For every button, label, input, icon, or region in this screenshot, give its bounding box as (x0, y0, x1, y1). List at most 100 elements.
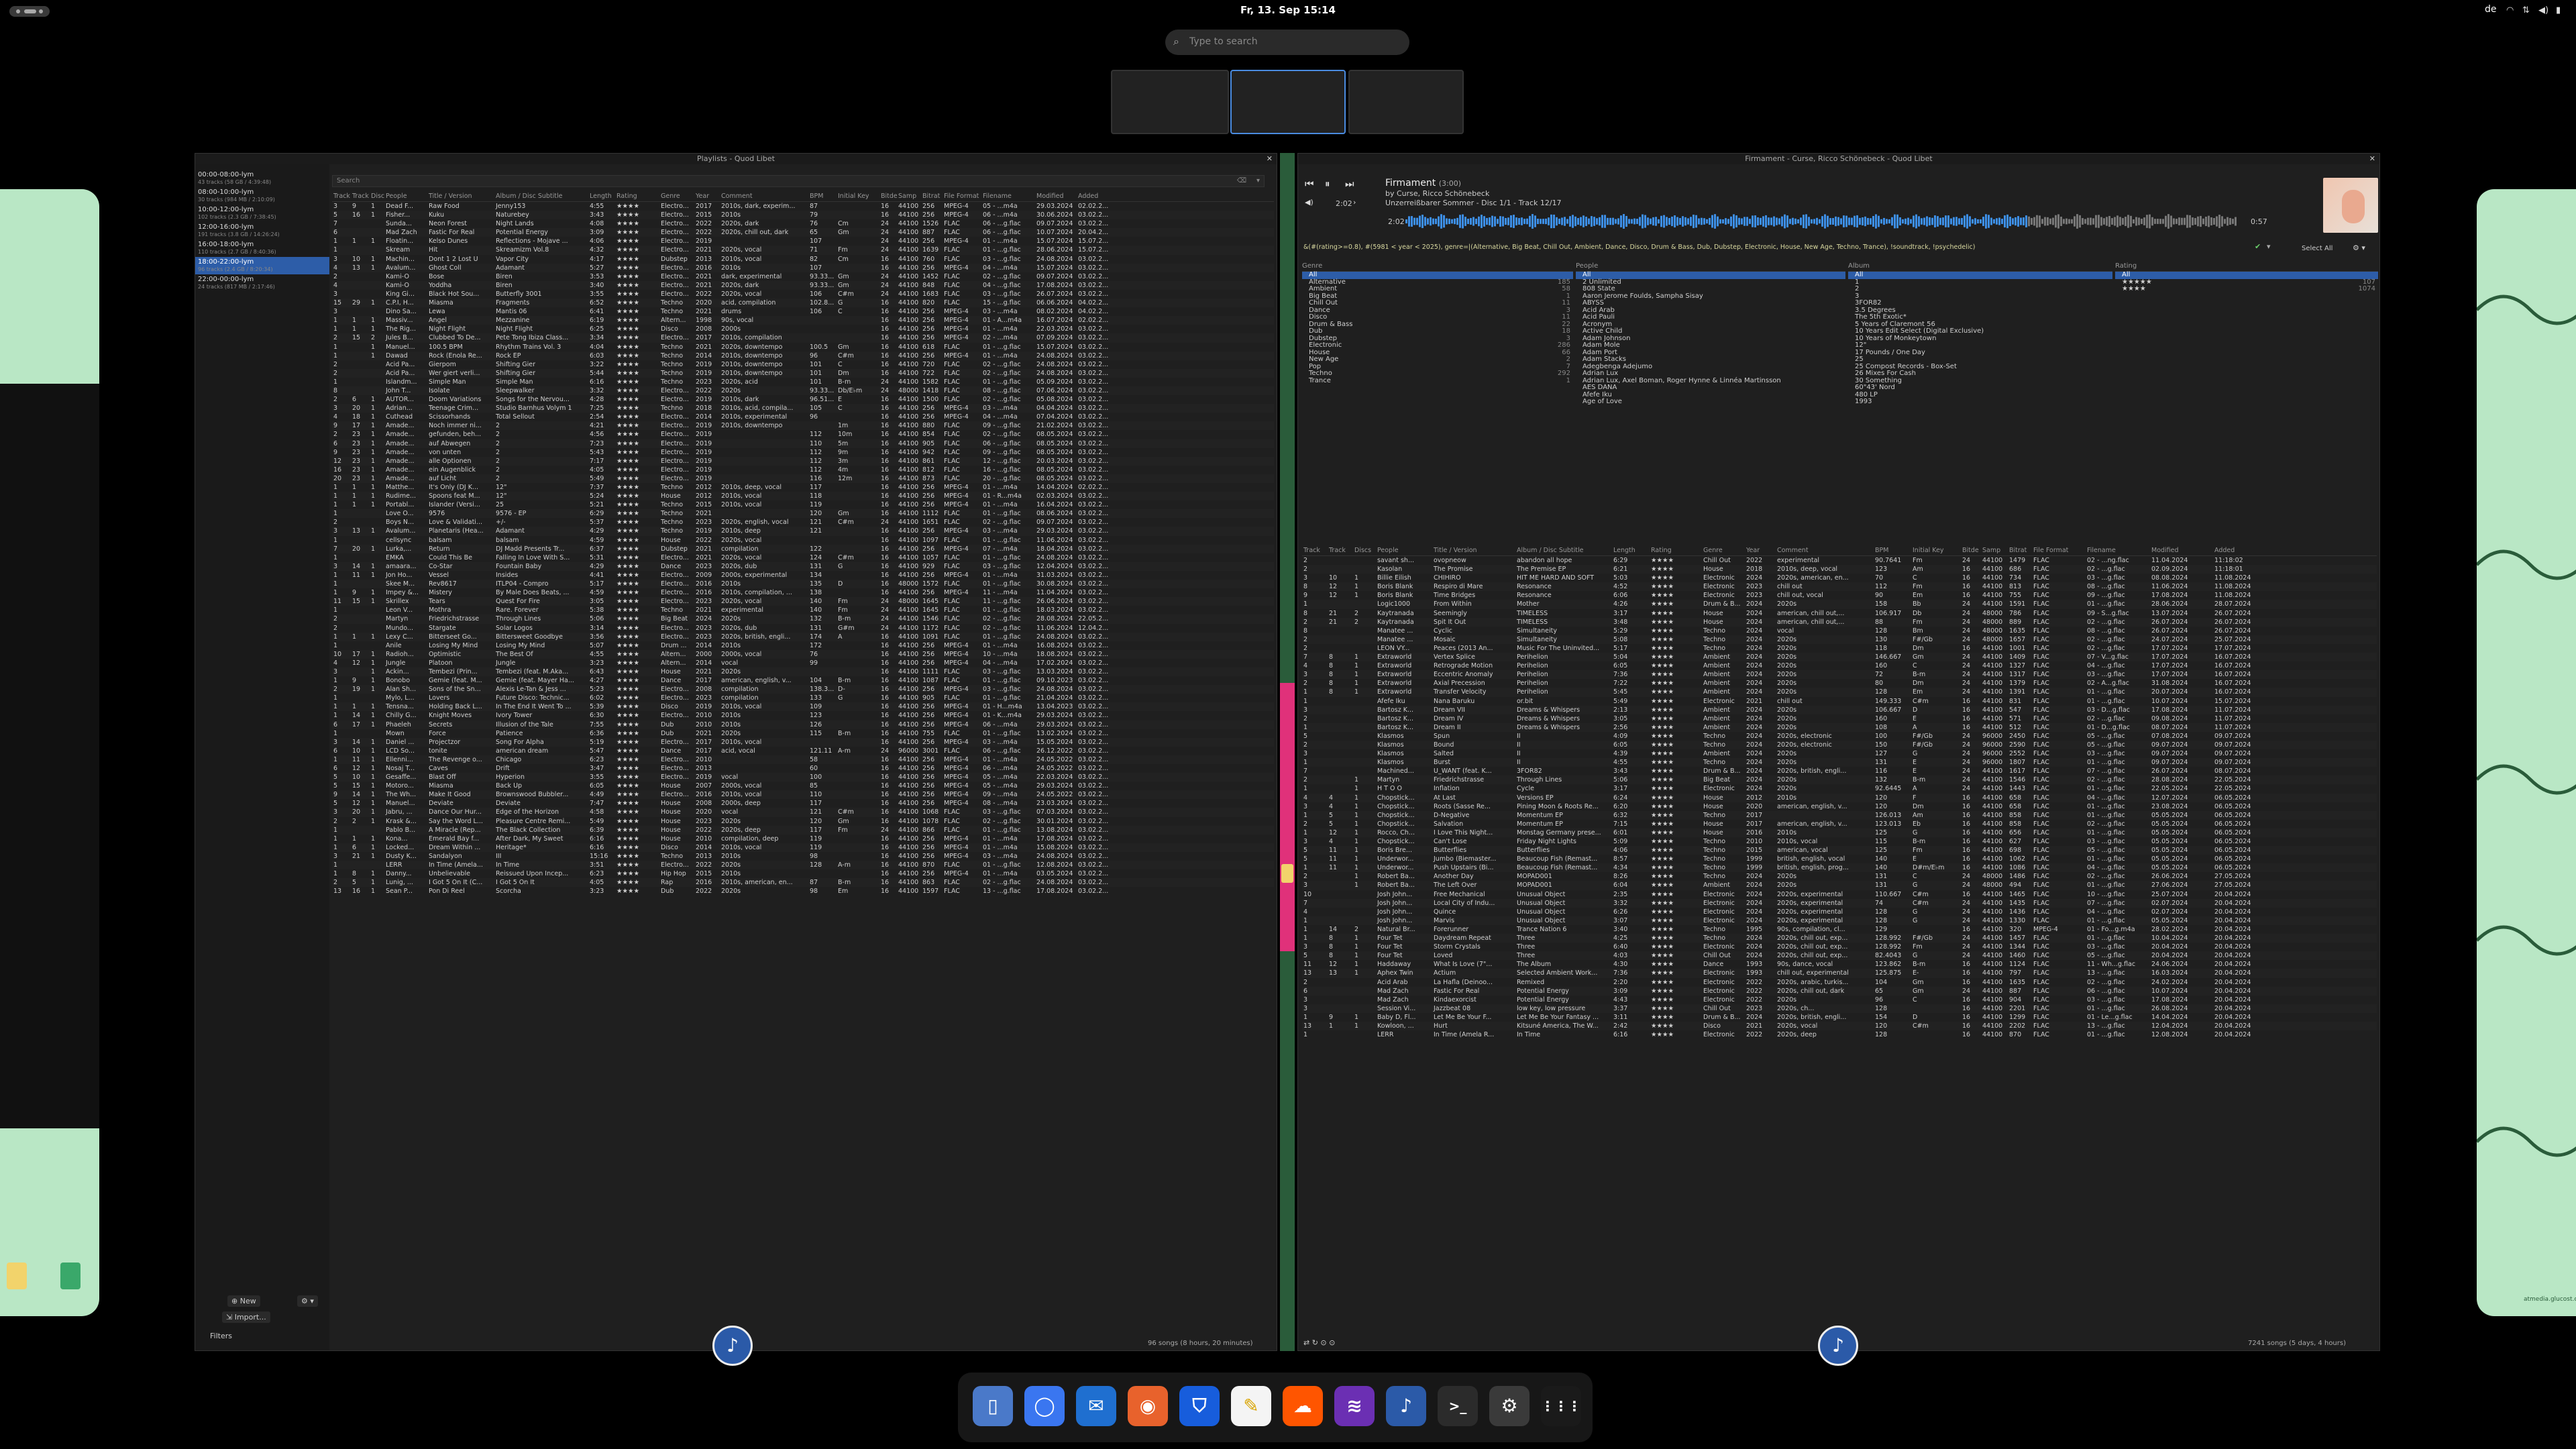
filter-item[interactable]: Acid Pauli (1576, 313, 1845, 321)
rating-filter-pane[interactable]: Rating All ★★★★★ 107 ★★★★ 1074 (2115, 262, 2378, 531)
filter-item[interactable]: Alternative 185 (1302, 278, 1573, 286)
table-row[interactable]: 9 23 1 Amade... von unten 2 5:43 ★★★★ Electro...… (332, 448, 1274, 457)
filter-item[interactable]: Aaron Jerome Foulds, Sampha Sisay (1576, 292, 1845, 301)
table-row[interactable]: 6 10 1 LCD So... tonite american dream 5:47 ★★★… (332, 747, 1274, 755)
table-row[interactable]: 1 9 1 Baby D, Fl... Let Me Be Your F... Let M… (1302, 1013, 2377, 1022)
column-header[interactable]: Modified (1035, 193, 1077, 200)
playlist-search-input[interactable]: Search ⌫ ▾ (332, 175, 1265, 187)
filter-item[interactable]: 3 (1848, 292, 2112, 301)
filter-item[interactable]: The 5th Exotic* (1848, 313, 2112, 321)
table-row[interactable]: 3 8 1 Four Tet Storm Crystals Three 6:40 ★★★★ El… (1302, 943, 2377, 951)
column-header[interactable]: Track (1328, 547, 1353, 554)
table-row[interactable]: 1 Islandm... Simple Man Simple Man 6:16 ★★★★ T… (332, 378, 1274, 386)
column-header[interactable]: Bitde (879, 193, 897, 200)
player-window[interactable]: Firmament - Curse, Ricco Schönebeck - Qu… (1297, 153, 2380, 1351)
table-row[interactable]: 1 1 Manuel... 100.5 BPM Rhythm Trains Vol. 3… (332, 343, 1274, 352)
table-row[interactable]: 2 Bartosz K... Dream IV Dreams & Whispers 3:… (1302, 714, 2377, 723)
table-row[interactable]: 1 8 1 Extraworld Transfer Velocity Perihelion… (1302, 688, 2377, 697)
column-header[interactable]: Comment (720, 193, 808, 200)
table-row[interactable]: 1 Pablo B... A Miracle (Rep... The Black Co… (332, 825, 1274, 835)
table-row[interactable]: 2 Manatee ... Mosaic Simultaneity 5:08 ★★★★ Te… (1302, 635, 2377, 644)
table-row[interactable]: 4 Kami-O Yoddha Biren 3:40 ★★★★ Electro... 2021… (332, 280, 1274, 290)
column-header[interactable]: Rating (615, 193, 659, 200)
table-row[interactable]: 3 Mad Zach Kindaexorcist Potential Energy 4:… (1302, 996, 2377, 1004)
table-row[interactable]: 1 9 1 Impey &... Mistery By Male Does Beats, … (332, 588, 1274, 597)
table-row[interactable]: 5 15 1 Motoro... Miasma Back Up 6:05 ★★★★ House 2… (332, 782, 1274, 790)
table-row[interactable]: 2 15 2 Jules B... Clubbed To De... Pete Tong … (332, 333, 1274, 343)
column-header[interactable]: Genre (1702, 547, 1745, 554)
column-header[interactable]: Bitde (1961, 547, 1981, 554)
filter-item[interactable]: 10 Years Edit Select (Digital Exclusive) (1848, 327, 2112, 335)
column-header[interactable]: Album / Disc Subtitle (1515, 547, 1612, 554)
table-row[interactable]: 1 1 1 Massiv... Angel Mezzanine 6:19 ★★★★ Altern… (332, 316, 1274, 325)
filter-item[interactable]: New Age 2 (1302, 356, 1573, 364)
column-header[interactable]: Year (694, 193, 720, 200)
clear-icon[interactable]: ⌫ (1237, 177, 1246, 184)
table-row[interactable]: 4 8 1 Extraworld Retrograde Motion Perihelion… (1302, 661, 2377, 670)
search-menu-icon[interactable]: ▾ (1256, 177, 1260, 184)
table-row[interactable]: 9 17 1 Amade... Noch immer ni... 2 4:21 ★★★★ Ele… (332, 421, 1274, 431)
table-row[interactable]: 3 Session Vi... Jazzbeat 08 low key, low pr… (1302, 1004, 2377, 1013)
table-row[interactable]: 7 Sunda... Neon Forest Night Lands 4:08 ★★★★ E… (332, 219, 1274, 228)
column-header[interactable]: Length (588, 193, 615, 200)
firefox-icon[interactable]: ◉ (1128, 1386, 1168, 1426)
new-playlist-button[interactable]: ⊕ New (227, 1295, 260, 1307)
table-row[interactable]: 3 4 1 Chopstick... Can't Lose Friday Night Li… (1302, 837, 2377, 846)
table-row[interactable]: 1 Josh John... Marvis Unusual Object 3:07 ★★★… (1302, 916, 2377, 925)
table-row[interactable]: 2 1 Martyn Friedrichstrasse Through Lines 5:0… (1302, 775, 2377, 785)
soundcloud-icon[interactable]: ☁ (1283, 1386, 1323, 1426)
column-header[interactable]: Track (332, 193, 351, 200)
column-header[interactable]: Discs (1353, 547, 1376, 554)
table-row[interactable]: 2 23 1 Amade... gefunden, beh... 2 4:56 ★★★★ Ele… (332, 430, 1274, 439)
table-row[interactable]: 2 Kasolan The Promise The Premise EP 6:21 ★★★… (1302, 565, 2377, 574)
filter-item[interactable]: Techno 292 (1302, 370, 1573, 378)
table-row[interactable]: 2 21 2 Kaytranada Spit It Out TIMELESS 3:48 ★★★… (1302, 617, 2377, 627)
table-row[interactable]: 15 29 1 C.P.I, H... Miasma Fragments 6:52 ★★★★ T… (332, 299, 1274, 308)
playlist-options-button[interactable]: ⚙ ▾ (297, 1295, 318, 1307)
column-header[interactable]: File Format (2032, 547, 2086, 554)
audio-app-icon[interactable]: ≋ (1334, 1386, 1375, 1426)
playlist-item[interactable]: 16:00-18:00-lym 110 tracks (2.7 GB / 8:40… (195, 239, 329, 257)
left-songs-table[interactable]: TrackTrackDiscsPeopleTitle / VersionAlbu… (332, 193, 1274, 1326)
column-header[interactable]: Bitrat (921, 193, 943, 200)
table-row[interactable]: 1 Afefe Iku Nana Baruku or.bit 5:49 ★★★★ Elect… (1302, 697, 2377, 706)
filter-item[interactable]: Age of Love (1576, 398, 1845, 406)
signal-icon[interactable]: ◯ (1024, 1386, 1065, 1426)
table-row[interactable]: 2 Acid Pa... Wer giert verli... Shifting Gi… (332, 368, 1274, 378)
filter-item[interactable]: Pop 7 (1302, 363, 1573, 371)
column-header[interactable]: Samp (897, 193, 921, 200)
table-row[interactable]: 2 5 1 Lunig, ... I Got 5 On It (C... I Got 5 … (332, 878, 1274, 888)
table-row[interactable]: 1 1 1 Kona... Emerald Bay f... After Dark, My… (332, 835, 1274, 843)
table-row[interactable]: 6 23 1 Amade... auf Abwegen 2 7:23 ★★★★ Electro.… (332, 439, 1274, 448)
query-menu-icon[interactable]: ▾ (2267, 242, 2271, 251)
column-header[interactable]: Added (2213, 547, 2268, 554)
table-row[interactable]: 1 EMKA Could This Be Falling In Love With S… (332, 553, 1274, 562)
column-header[interactable]: Track (1302, 547, 1328, 554)
table-row[interactable]: 10 Josh John... Free Mechanical Unusual Obj… (1302, 890, 2377, 899)
pause-button[interactable]: ⏸ (1325, 178, 1330, 190)
playlist-item[interactable]: 10:00-12:00-lym 102 tracks (2.3 GB / 7:38… (195, 205, 329, 222)
table-row[interactable]: 1 Love O... 9576 9576 - EP 6:29 ★★★★ Techno 202… (332, 509, 1274, 519)
filter-item[interactable]: 10 Years of Monkeytown (1848, 335, 2112, 343)
table-row[interactable]: 1 Anile Losing My Mind Losing My Mind 5:07 ★★… (332, 641, 1274, 650)
column-header[interactable]: Initial Key (1911, 547, 1961, 554)
filter-item[interactable]: 2 (1848, 285, 2112, 293)
column-header[interactable]: Filename (981, 193, 1035, 200)
table-row[interactable]: 11 12 1 Haddaway What Is Love (7"... The Albu… (1302, 960, 2377, 969)
column-header[interactable]: Initial Key (837, 193, 879, 200)
table-row[interactable]: 4 18 1 Cuthead Scissorhands Total Sellout 2:54… (332, 413, 1274, 421)
filter-item[interactable]: All (1848, 271, 2112, 279)
table-row[interactable]: 1 8 1 Four Tet Daydream Repeat Three 4:25 ★★★★ T… (1302, 934, 2377, 943)
filter-item[interactable]: 2 Unlimited (1576, 278, 1845, 286)
table-row[interactable]: 2 Mundo... Stargate Solar Logos 3:14 ★★★★ Elec… (332, 624, 1274, 633)
settings-icon[interactable]: ⚙ (1489, 1386, 1529, 1426)
column-header[interactable]: Year (1745, 547, 1776, 554)
column-header[interactable]: BPM (1874, 547, 1911, 554)
bitwarden-icon[interactable]: ⛉ (1179, 1386, 1220, 1426)
column-header[interactable]: Album / Disc Subtitle (494, 193, 588, 200)
column-header[interactable]: Discs (370, 193, 384, 200)
table-row[interactable]: 2 5 1 Chopstick... Salvation Momentum EP 7:15 ★… (1302, 820, 2377, 828)
query-input[interactable]: &(#(rating>=0.8), #(5981 < year < 2025),… (1303, 244, 2276, 254)
filter-item[interactable]: 480 LP (1848, 391, 2112, 399)
column-header[interactable]: Title / Version (427, 193, 494, 200)
